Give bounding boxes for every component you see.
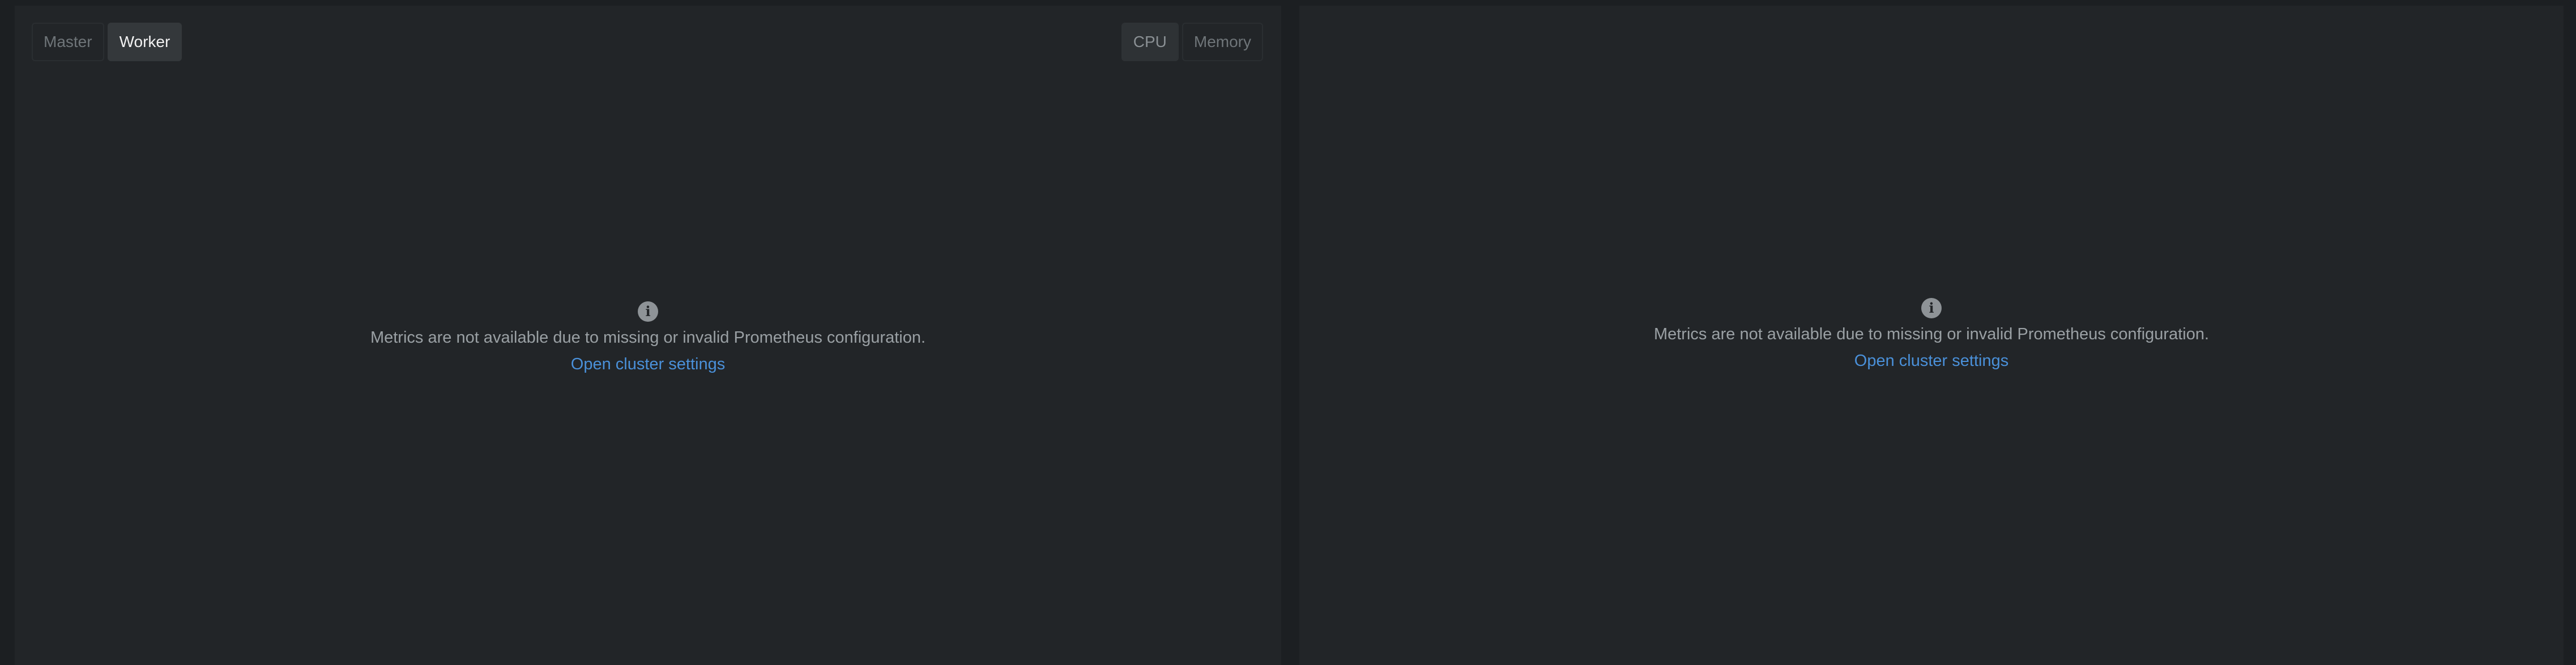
metrics-panel-left: Master Worker CPU Memory i Metrics are n… <box>15 6 1281 665</box>
metric-type-tabs: CPU Memory <box>1121 23 1263 61</box>
metrics-panel-right: i Metrics are not available due to missi… <box>1299 6 2564 665</box>
tab-worker[interactable]: Worker <box>107 23 182 61</box>
dashboard-metrics-area: Master Worker CPU Memory i Metrics are n… <box>0 0 2576 665</box>
node-type-tabs: Master Worker <box>32 23 182 61</box>
info-icon: i <box>1921 298 1942 318</box>
empty-state-message: Metrics are not available due to missing… <box>370 329 926 347</box>
open-cluster-settings-link[interactable]: Open cluster settings <box>1854 352 2008 370</box>
tab-cpu[interactable]: CPU <box>1121 23 1179 61</box>
empty-state-message: Metrics are not available due to missing… <box>1653 325 2210 343</box>
info-icon: i <box>638 301 658 322</box>
metrics-empty-state: i Metrics are not available due to missi… <box>15 301 1281 374</box>
open-cluster-settings-link[interactable]: Open cluster settings <box>571 355 725 374</box>
tab-memory[interactable]: Memory <box>1182 23 1263 61</box>
tab-master[interactable]: Master <box>32 23 104 61</box>
metrics-empty-state: i Metrics are not available due to missi… <box>1299 298 2564 370</box>
